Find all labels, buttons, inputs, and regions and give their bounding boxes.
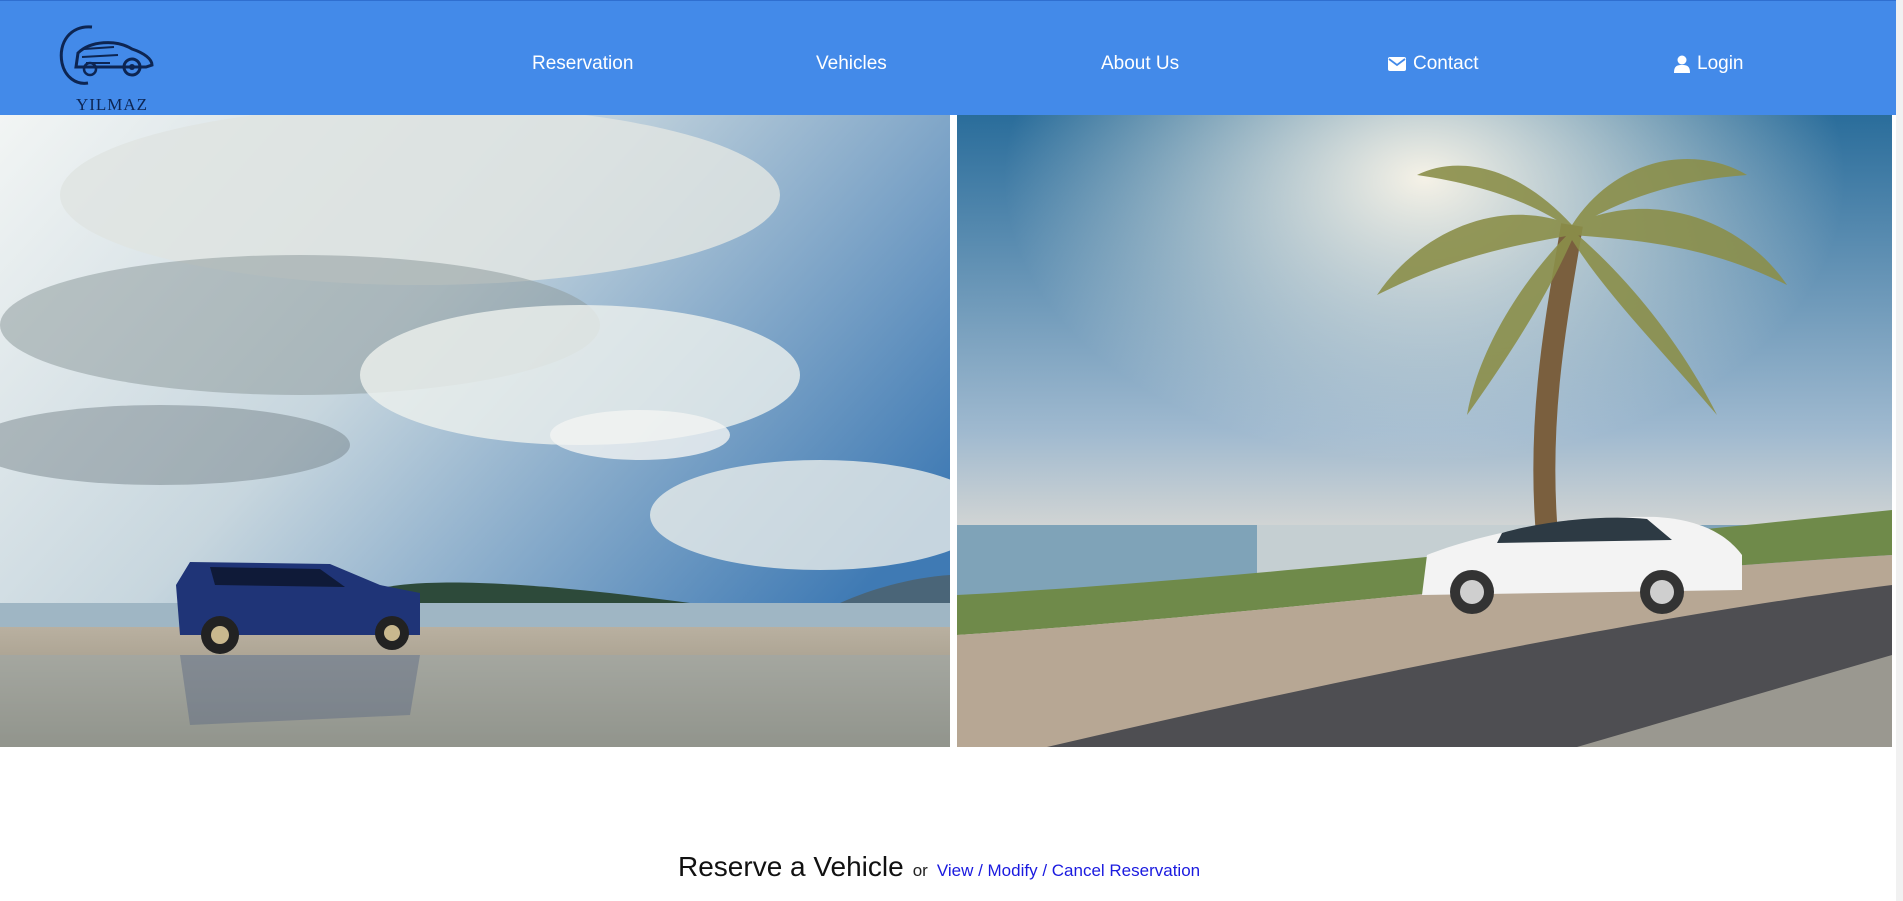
user-icon: [1674, 55, 1690, 73]
nav-contact[interactable]: Contact: [1388, 53, 1478, 75]
reserve-section: Reserve a Vehicle or View / Modify / Can…: [678, 851, 1200, 883]
palm-coupe-photo: [957, 115, 1892, 747]
envelope-icon: [1388, 57, 1406, 71]
car-logo-icon: [59, 25, 154, 85]
manage-reservation-link[interactable]: View / Modify / Cancel Reservation: [937, 861, 1200, 881]
beach-suv-photo: [0, 115, 950, 747]
nav-vehicles[interactable]: Vehicles: [816, 53, 887, 75]
nav-login-label: Login: [1697, 53, 1744, 74]
nav-contact-label: Contact: [1413, 53, 1479, 74]
nav-about-us-label: About Us: [1101, 53, 1180, 74]
nav-vehicles-label: Vehicles: [816, 53, 887, 74]
reserve-title: Reserve a Vehicle: [678, 851, 904, 882]
brand-logo[interactable]: YILMAZ: [56, 19, 166, 117]
top-navbar: YILMAZ Reservation Vehicles About Us Con…: [0, 0, 1903, 115]
page-scrollbar[interactable]: [1896, 0, 1903, 901]
reserve-or-text: or: [912, 861, 928, 880]
brand-name: YILMAZ: [75, 95, 149, 114]
nav-login[interactable]: Login: [1674, 53, 1744, 75]
nav-reservation[interactable]: Reservation: [532, 53, 633, 75]
nav-reservation-label: Reservation: [532, 53, 634, 74]
nav-about-us[interactable]: About Us: [1101, 53, 1179, 75]
